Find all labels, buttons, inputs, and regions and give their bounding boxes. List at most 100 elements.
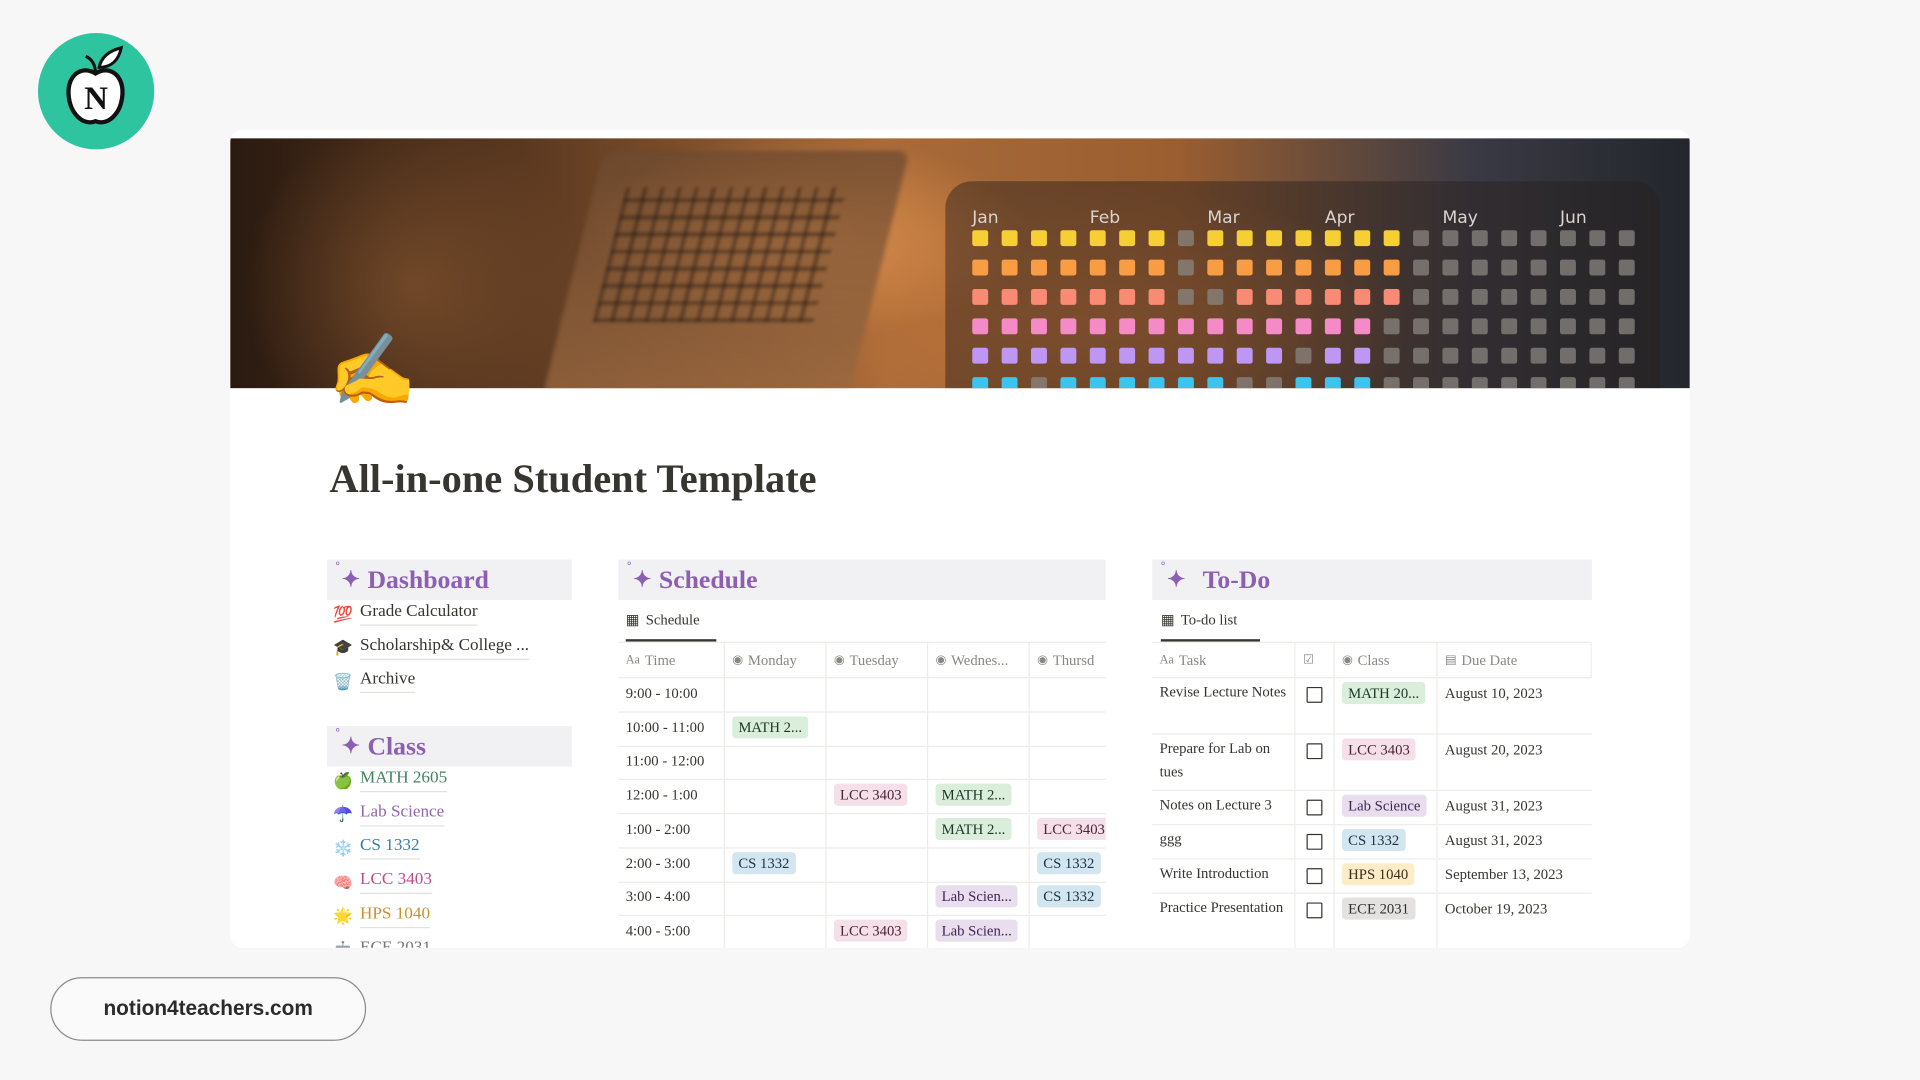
day-cell[interactable] bbox=[827, 712, 929, 746]
checkbox[interactable] bbox=[1306, 902, 1323, 919]
class-tag[interactable]: MATH 20... bbox=[1342, 682, 1426, 705]
class-tag[interactable]: LCC 3403 bbox=[833, 919, 908, 942]
done-cell[interactable] bbox=[1296, 893, 1335, 948]
schedule-row[interactable]: 3:00 - 4:00 Lab Scien... CS 1332 bbox=[618, 881, 1106, 917]
class-tag[interactable]: ECE 2031 bbox=[1342, 897, 1416, 920]
todo-row[interactable]: Revise Lecture Notes MATH 20... August 10,… bbox=[1152, 678, 1592, 735]
task-cell[interactable]: ggg bbox=[1152, 825, 1296, 859]
class-tag[interactable]: CS 1332 bbox=[732, 851, 796, 874]
todo-row[interactable]: Prepare for Lab on tues LCC 3403 August 20… bbox=[1152, 734, 1592, 792]
todo-row[interactable]: Write Introduction HPS 1040 September 13, … bbox=[1152, 859, 1592, 894]
day-cell[interactable] bbox=[725, 780, 827, 814]
day-cell[interactable] bbox=[1030, 916, 1106, 948]
day-cell[interactable] bbox=[928, 847, 1030, 882]
day-cell[interactable] bbox=[725, 915, 827, 948]
day-cell[interactable]: MATH 2... bbox=[928, 814, 1030, 848]
class-tag[interactable]: LCC 3403 bbox=[1037, 817, 1106, 840]
sidebar-link[interactable]: 🌟 HPS 1040 bbox=[331, 905, 431, 928]
done-cell[interactable] bbox=[1296, 791, 1335, 825]
sidebar-link[interactable]: 🗑️ Archive bbox=[331, 670, 416, 694]
column-header[interactable]: ☑ bbox=[1296, 642, 1335, 678]
day-cell[interactable] bbox=[725, 678, 827, 712]
class-tag[interactable]: LCC 3403 bbox=[833, 783, 908, 806]
day-cell[interactable] bbox=[725, 881, 827, 915]
todo-row[interactable]: Notes on Lecture 3 Lab Science August 31, … bbox=[1152, 791, 1592, 826]
class-tag[interactable]: CS 1332 bbox=[1037, 851, 1101, 874]
column-header[interactable]: ◉ Class bbox=[1335, 642, 1438, 678]
day-cell[interactable]: Lab Scien... bbox=[928, 915, 1030, 948]
day-cell[interactable] bbox=[725, 814, 827, 848]
class-cell[interactable]: ECE 2031 bbox=[1335, 893, 1438, 948]
day-cell[interactable] bbox=[827, 678, 929, 712]
class-tag[interactable]: MATH 2... bbox=[935, 783, 1012, 806]
tab-todo-view[interactable]: ▦ To-do list bbox=[1160, 611, 1260, 642]
sidebar-link[interactable]: 🍏 MATH 2605 bbox=[331, 769, 448, 793]
day-cell[interactable]: MATH 2... bbox=[725, 712, 827, 746]
day-cell[interactable] bbox=[928, 678, 1030, 712]
day-cell[interactable]: CS 1332 bbox=[1030, 882, 1106, 915]
day-cell[interactable] bbox=[827, 847, 929, 882]
column-header[interactable]: ▤ Due Date bbox=[1438, 642, 1592, 678]
column-header[interactable]: Aa Time bbox=[618, 642, 725, 678]
class-cell[interactable]: LCC 3403 bbox=[1335, 734, 1438, 790]
class-cell[interactable]: HPS 1040 bbox=[1335, 859, 1438, 893]
sidebar-link[interactable]: 💯 Grade Calculator bbox=[331, 602, 478, 626]
done-cell[interactable] bbox=[1296, 678, 1335, 734]
class-tag[interactable]: CS 1332 bbox=[1037, 885, 1101, 908]
task-cell[interactable]: Practice Presentation bbox=[1152, 893, 1296, 948]
sidebar-link[interactable]: 🧠 LCC 3403 bbox=[331, 871, 432, 894]
done-cell[interactable] bbox=[1296, 825, 1335, 859]
sidebar-link[interactable]: ❄️ CS 1332 bbox=[331, 837, 420, 861]
class-cell[interactable]: MATH 20... bbox=[1335, 678, 1438, 734]
column-header[interactable]: Aa Task bbox=[1152, 642, 1296, 678]
day-cell[interactable] bbox=[827, 881, 929, 915]
class-tag[interactable]: Lab Science bbox=[1342, 794, 1427, 817]
checkbox[interactable] bbox=[1306, 686, 1323, 703]
checkbox[interactable] bbox=[1306, 743, 1323, 760]
class-cell[interactable]: CS 1332 bbox=[1335, 825, 1438, 859]
day-cell[interactable] bbox=[928, 746, 1030, 780]
checkbox[interactable] bbox=[1306, 868, 1323, 885]
day-cell[interactable] bbox=[1030, 678, 1106, 711]
task-cell[interactable]: Prepare for Lab on tues bbox=[1152, 734, 1296, 790]
schedule-row[interactable]: 2:00 - 3:00 CS 1332 CS 1332 bbox=[618, 847, 1106, 883]
schedule-row[interactable]: 11:00 - 12:00 bbox=[618, 746, 1106, 781]
schedule-row[interactable]: 10:00 - 11:00 MATH 2... bbox=[618, 712, 1106, 747]
task-cell[interactable]: Notes on Lecture 3 bbox=[1152, 791, 1296, 825]
checkbox[interactable] bbox=[1306, 833, 1323, 850]
day-cell[interactable]: Lab Scien... bbox=[928, 881, 1030, 915]
day-cell[interactable]: LCC 3403 bbox=[827, 915, 929, 948]
day-cell[interactable]: CS 1332 bbox=[725, 847, 827, 882]
column-header[interactable]: ◉ Wednes... bbox=[928, 642, 1030, 678]
sidebar-link[interactable]: 🤖 ECE 2031 bbox=[331, 939, 431, 948]
column-header[interactable]: ◉ Monday bbox=[725, 642, 827, 678]
day-cell[interactable] bbox=[827, 814, 929, 848]
day-cell[interactable] bbox=[1030, 746, 1106, 779]
class-tag[interactable]: HPS 1040 bbox=[1342, 863, 1415, 886]
day-cell[interactable]: MATH 2... bbox=[928, 780, 1030, 814]
task-cell[interactable]: Revise Lecture Notes bbox=[1152, 678, 1296, 734]
sidebar-link[interactable]: ☂️ Lab Science bbox=[331, 803, 445, 827]
class-tag[interactable]: Lab Scien... bbox=[935, 885, 1018, 908]
schedule-row[interactable]: 1:00 - 2:00 MATH 2... LCC 3403 bbox=[618, 814, 1106, 849]
todo-row[interactable]: Practice Presentation ECE 2031 October 19,… bbox=[1152, 893, 1592, 948]
day-cell[interactable] bbox=[928, 712, 1030, 746]
day-cell[interactable]: LCC 3403 bbox=[1030, 814, 1106, 847]
todo-row[interactable]: ggg CS 1332 August 31, 2023 bbox=[1152, 825, 1592, 860]
schedule-row[interactable]: 9:00 - 10:00 bbox=[618, 678, 1106, 713]
page-icon[interactable]: ✍️ bbox=[328, 335, 416, 407]
tab-schedule-view[interactable]: ▦ Schedule bbox=[625, 611, 717, 642]
schedule-row[interactable]: 12:00 - 1:00 LCC 3403 MATH 2... bbox=[618, 780, 1106, 815]
schedule-row[interactable]: 4:00 - 5:00 LCC 3403 Lab Scien... bbox=[618, 915, 1106, 948]
class-tag[interactable]: Lab Scien... bbox=[935, 919, 1018, 942]
class-tag[interactable]: LCC 3403 bbox=[1342, 738, 1416, 761]
class-cell[interactable]: Lab Science bbox=[1335, 791, 1438, 825]
day-cell[interactable] bbox=[827, 746, 929, 780]
sidebar-link[interactable]: 🎓 Scholarship& College ... bbox=[331, 636, 530, 660]
task-cell[interactable]: Write Introduction bbox=[1152, 859, 1296, 893]
checkbox[interactable] bbox=[1306, 799, 1323, 816]
day-cell[interactable] bbox=[725, 746, 827, 780]
day-cell[interactable] bbox=[1030, 780, 1106, 813]
done-cell[interactable] bbox=[1296, 859, 1335, 893]
column-header[interactable]: ◉ Tuesday bbox=[827, 642, 929, 678]
